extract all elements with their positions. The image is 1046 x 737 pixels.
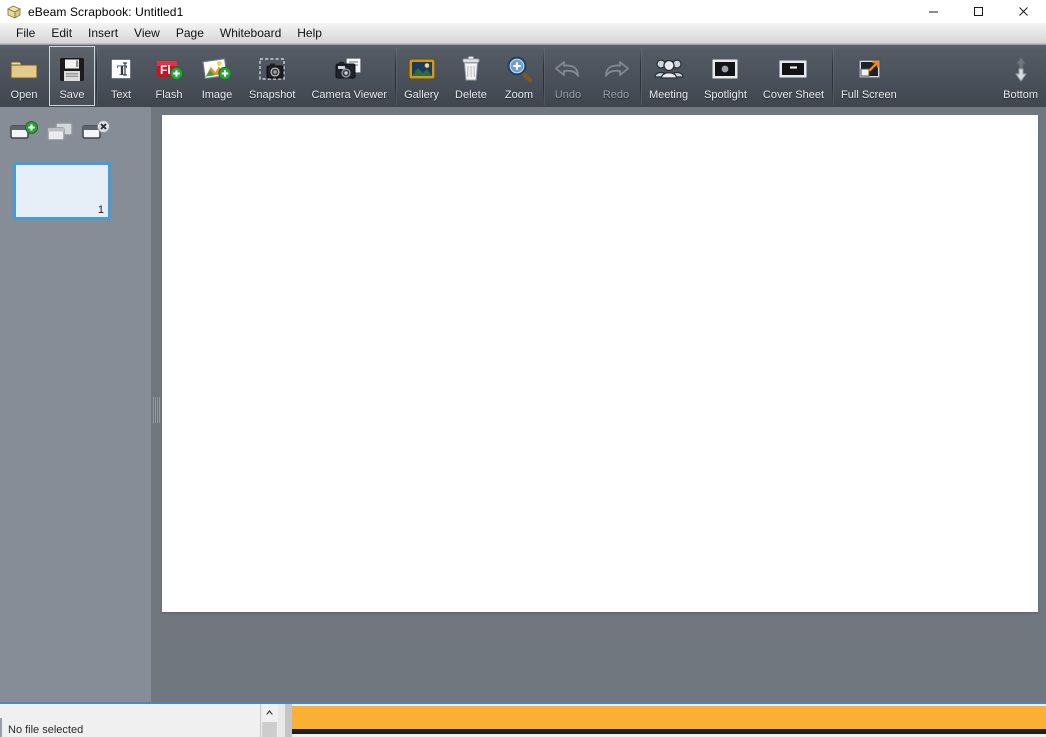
gallery-button[interactable]: Gallery: [397, 46, 446, 106]
folder-icon: [8, 53, 40, 85]
spotlight-icon: [709, 53, 741, 85]
delete-button[interactable]: Delete: [448, 46, 494, 106]
whiteboard-canvas[interactable]: [162, 115, 1038, 612]
menu-whiteboard[interactable]: Whiteboard: [212, 24, 289, 42]
bottom-button[interactable]: Bottom: [996, 46, 1045, 106]
bottom-label: Bottom: [1003, 89, 1038, 101]
menu-bar: File Edit Insert View Page Whiteboard He…: [0, 23, 1046, 44]
panel-scrollbar[interactable]: [261, 704, 278, 737]
snapshot-icon: [256, 53, 288, 85]
splitter-grip[interactable]: [153, 397, 160, 423]
window-controls: [911, 0, 1046, 23]
text-button[interactable]: T Text: [98, 46, 144, 106]
image-button[interactable]: Image: [194, 46, 240, 106]
close-button[interactable]: [1001, 0, 1046, 23]
page-tools: [0, 107, 151, 144]
camera-viewer-button[interactable]: Camera Viewer: [304, 46, 394, 106]
text-label: Text: [110, 89, 132, 101]
image-label: Image: [201, 89, 233, 101]
svg-text:Fl: Fl: [160, 63, 171, 77]
maximize-button[interactable]: [956, 0, 1001, 23]
full-screen-icon: [853, 53, 885, 85]
menu-page[interactable]: Page: [168, 24, 212, 42]
panel-gap-inner: [285, 704, 292, 737]
toolbar-group-file: Open Save: [0, 45, 96, 107]
trash-icon: [455, 53, 487, 85]
page-thumbnail[interactable]: 1: [13, 162, 111, 220]
full-screen-label: Full Screen: [841, 89, 897, 101]
app-icon: [6, 4, 22, 20]
toolbar-group-insert: T Text Fl Flash Image Snapshot Camera Vi…: [97, 45, 395, 107]
flash-label: Flash: [155, 89, 183, 101]
panel-gap: [278, 704, 292, 737]
save-label: Save: [59, 89, 85, 101]
undo-arrow-icon: [552, 53, 584, 85]
zoom-label: Zoom: [504, 89, 533, 101]
menu-edit[interactable]: Edit: [43, 24, 80, 42]
people-group-icon: [653, 53, 685, 85]
gallery-label: Gallery: [404, 89, 439, 101]
text-tool-icon: T: [105, 53, 137, 85]
camera-viewer-label: Camera Viewer: [311, 89, 388, 101]
image-add-icon: [201, 53, 233, 85]
menu-help[interactable]: Help: [289, 24, 330, 42]
scrollbar-thumb[interactable]: [262, 722, 277, 737]
toolbar-group-presentation: Meeting Spotlight Cover Sheet: [641, 45, 832, 107]
main-toolbar: Open Save T Text Fl Flash Image Snapshot…: [0, 44, 1046, 107]
redo-label: Redo: [602, 89, 630, 101]
redo-button[interactable]: Redo: [593, 46, 639, 106]
toolbar-group-view: Full Screen: [833, 45, 905, 107]
page-thumbnail-list: 1: [0, 144, 151, 220]
meeting-button[interactable]: Meeting: [642, 46, 695, 106]
duplicate-page-button[interactable]: [46, 120, 76, 144]
page-number: 1: [97, 204, 104, 216]
camera-viewer-icon: [333, 53, 365, 85]
magnifier-plus-icon: [503, 53, 535, 85]
gallery-frame-icon: [406, 53, 438, 85]
save-button[interactable]: Save: [49, 46, 95, 106]
flash-button[interactable]: Fl Flash: [146, 46, 192, 106]
panel-edge: [0, 718, 2, 737]
redo-arrow-icon: [600, 53, 632, 85]
undo-label: Undo: [554, 89, 582, 101]
undo-button[interactable]: Undo: [545, 46, 591, 106]
cover-sheet-label: Cover Sheet: [762, 89, 825, 101]
bottom-dock-panel: No file selected: [0, 702, 1046, 737]
file-status-panel: No file selected: [0, 704, 261, 737]
window-title: eBeam Scrapbook: Untitled1: [28, 4, 184, 19]
menu-file[interactable]: File: [8, 24, 43, 42]
work-area: [162, 107, 1046, 702]
spotlight-button[interactable]: Spotlight: [697, 46, 754, 106]
floppy-disk-icon: [56, 53, 88, 85]
title-bar: eBeam Scrapbook: Untitled1: [0, 0, 1046, 23]
open-button[interactable]: Open: [1, 46, 47, 106]
delete-page-button[interactable]: [82, 120, 112, 144]
accent-bar: [292, 706, 1046, 734]
scroll-up-arrow-icon[interactable]: [261, 704, 278, 721]
file-status-text: No file selected: [8, 724, 84, 736]
up-down-arrows-icon: [1005, 53, 1037, 85]
application-window: eBeam Scrapbook: Untitled1 File Edit Ins…: [0, 0, 1046, 737]
full-screen-button[interactable]: Full Screen: [834, 46, 904, 106]
snapshot-button[interactable]: Snapshot: [242, 46, 302, 106]
sidebar-splitter[interactable]: [151, 107, 162, 702]
new-page-button[interactable]: [10, 120, 40, 144]
flash-add-icon: Fl: [153, 53, 185, 85]
menu-view[interactable]: View: [126, 24, 168, 42]
open-label: Open: [10, 89, 38, 101]
cover-sheet-button[interactable]: Cover Sheet: [756, 46, 831, 106]
zoom-button[interactable]: Zoom: [496, 46, 542, 106]
toolbar-group-scroll: Bottom: [995, 45, 1046, 107]
toolbar-group-edit: Gallery Delete Zoom: [396, 45, 543, 107]
meeting-label: Meeting: [648, 89, 689, 101]
snapshot-label: Snapshot: [249, 89, 296, 101]
minimize-button[interactable]: [911, 0, 956, 23]
menu-insert[interactable]: Insert: [80, 24, 126, 42]
toolbar-group-history: Undo Redo: [544, 45, 640, 107]
page-sidebar: 1: [0, 107, 151, 702]
cover-sheet-icon: [777, 53, 809, 85]
delete-label: Delete: [455, 89, 487, 101]
spotlight-label: Spotlight: [704, 89, 747, 101]
